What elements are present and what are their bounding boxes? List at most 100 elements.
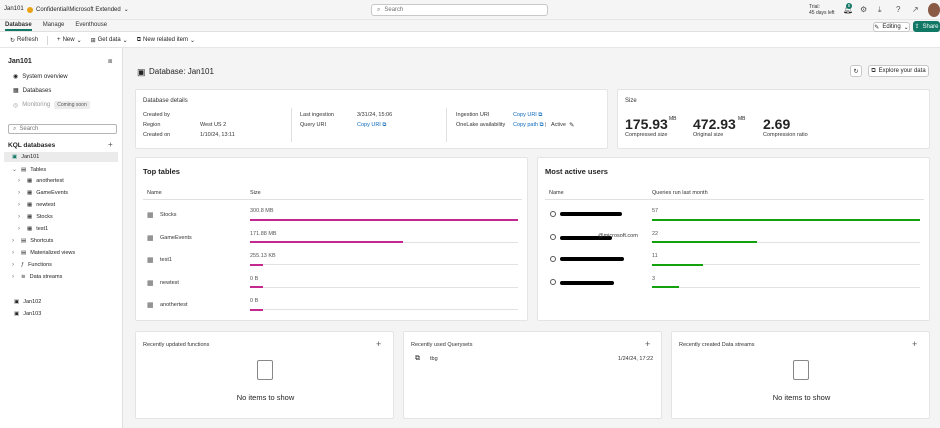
tab-manage[interactable]: Manage xyxy=(43,20,65,31)
column-header-queries: Queries run last month xyxy=(652,190,708,196)
table-row[interactable]: ▦ Stocks 300.8 MB xyxy=(136,206,529,226)
tab-eventhouse[interactable]: Eventhouse xyxy=(75,20,107,31)
size-bar-fill xyxy=(250,308,264,311)
tree-item-table[interactable]: › ▦ newtest xyxy=(18,202,55,208)
sensitivity-label[interactable]: Confidential\Microsoft Extended ⌄ xyxy=(27,6,129,13)
tree-item-table[interactable]: › ▦ GameEvents xyxy=(18,190,68,196)
search-icon: ⌕ xyxy=(377,6,381,13)
tree-item-table[interactable]: › ▦ Stocks xyxy=(18,214,53,220)
chevron-right-icon: › xyxy=(18,214,20,220)
query-bar xyxy=(652,286,920,288)
explore-data-button[interactable]: ⧉ Explore your data xyxy=(868,65,929,77)
query-uri-label: Query URI xyxy=(300,122,326,128)
size-bar xyxy=(250,286,518,288)
person-icon xyxy=(550,278,556,285)
get-data-button[interactable]: ⊞ Get data ⌄ xyxy=(91,37,128,44)
table-row[interactable]: ▦ test1 255.13 KB xyxy=(136,251,529,271)
empty-message: No items to show xyxy=(236,393,295,402)
table-row[interactable]: ▦ anothertest 0 B xyxy=(136,296,529,316)
collapse-pane-icon[interactable]: ⧈ xyxy=(108,58,112,66)
database-icon: ▦ xyxy=(13,88,19,94)
tab-database[interactable]: Database xyxy=(5,20,32,31)
chevron-right-icon: › xyxy=(12,250,14,256)
query-count: 11 xyxy=(652,253,658,259)
top-tables-card: Top tables Name Size ▦ Stocks 300.8 MB ▦… xyxy=(135,157,528,321)
search-input[interactable]: ⌕ Search xyxy=(371,4,548,16)
table-size: 0 B xyxy=(250,298,259,304)
table-icon: ▦ xyxy=(147,212,154,219)
query-bar-fill xyxy=(652,241,757,243)
chevron-right-icon: › xyxy=(18,202,20,208)
tree-item-data-streams[interactable]: › ≋ Data streams xyxy=(12,274,62,280)
recent-functions-title: Recently updated functions xyxy=(143,342,210,348)
add-function-icon[interactable]: + xyxy=(376,339,381,349)
sidebar-item-monitoring: ◎ Monitoring Coming soon xyxy=(13,101,90,109)
column-header-name: Name xyxy=(147,190,162,196)
sidebar-search-input[interactable]: ⌕ Search xyxy=(8,124,117,134)
compressed-size-value: 175.93 xyxy=(625,116,668,132)
table-row[interactable]: ▦ GameEvents 171.88 MB xyxy=(136,229,529,249)
workspace-name[interactable]: Jan101 xyxy=(4,6,24,12)
tree-item-functions[interactable]: › ƒ Functions xyxy=(12,262,52,268)
size-bar xyxy=(250,308,518,311)
user-row[interactable]: 57 xyxy=(538,206,931,226)
refresh-icon: ↻ xyxy=(10,37,16,44)
tree-item-shortcuts[interactable]: › ▤ Shortcuts xyxy=(12,238,53,244)
table-row[interactable]: ▦ newtest 0 B xyxy=(136,274,529,294)
user-row[interactable]: @microsoft.com 22 xyxy=(538,229,931,249)
last-ingestion-label: Last ingestion xyxy=(300,112,334,118)
tree-item-table[interactable]: › ▦ test1 xyxy=(18,226,48,232)
tree-item-jan101[interactable]: ▣ Jan101 xyxy=(12,154,39,160)
tree-item-table[interactable]: › ▦ anothertest xyxy=(18,178,64,184)
copy-query-uri-link[interactable]: Copy URI ⧉ xyxy=(357,122,386,129)
tree-item-tables[interactable]: ⌄ ▤ Tables xyxy=(12,166,46,174)
user-row[interactable]: 11 xyxy=(538,251,931,271)
add-stream-icon[interactable]: + xyxy=(912,339,917,349)
sensitivity-icon xyxy=(27,6,33,13)
chevron-right-icon: › xyxy=(18,190,20,196)
add-queryset-icon[interactable]: + xyxy=(645,339,650,349)
user-name-suffix: @microsoft.com xyxy=(598,232,638,239)
new-related-item-button[interactable]: ⧉ New related item ⌄ xyxy=(137,37,195,44)
table-icon: ▦ xyxy=(147,279,154,287)
compressed-size-unit: MB xyxy=(669,116,677,122)
tree-item-jan102[interactable]: ▣ Jan102 xyxy=(14,299,41,305)
query-count: 3 xyxy=(652,275,656,282)
copy-path-link[interactable]: Copy path ⧉ xyxy=(513,122,544,129)
share-link-icon[interactable]: ↗ xyxy=(912,5,919,14)
share-button[interactable]: ⇪ Share xyxy=(913,21,940,32)
plus-icon: + xyxy=(57,37,61,43)
avatar[interactable] xyxy=(928,3,940,17)
size-bar-fill xyxy=(250,218,518,221)
queryset-row[interactable]: ⧉ tbg 1/24/24, 17:22 xyxy=(404,353,663,365)
tree-item-materialized-views[interactable]: › ▤ Materialized views xyxy=(12,250,75,256)
editing-button[interactable]: ✎ Editing ⌄ xyxy=(873,22,910,32)
refresh-icon[interactable]: ↻ xyxy=(850,65,862,77)
refresh-button[interactable]: ↻ Refresh xyxy=(10,37,38,44)
chevron-down-icon: ⌄ xyxy=(903,24,909,31)
stream-icon: ≋ xyxy=(21,274,26,280)
overview-icon: ◉ xyxy=(13,74,19,80)
sidebar-item-system-overview[interactable]: ◉ System overview xyxy=(13,73,68,81)
size-title: Size xyxy=(625,98,637,104)
help-icon[interactable]: ? xyxy=(896,5,900,14)
chevron-down-icon: ⌄ xyxy=(76,37,82,44)
table-name: anothertest xyxy=(160,302,188,308)
copy-icon: ⧉ xyxy=(382,122,387,128)
add-database-icon[interactable]: + xyxy=(108,140,113,149)
original-size-value: 472.93 xyxy=(693,116,736,132)
trial-status[interactable]: Trial: 45 days left xyxy=(809,4,835,16)
new-button[interactable]: + New ⌄ xyxy=(57,37,82,44)
copy-ingestion-uri-link[interactable]: Copy URI ⧉ xyxy=(513,112,542,119)
user-row[interactable]: 3 xyxy=(538,274,931,294)
empty-document-icon xyxy=(793,360,809,380)
shortcut-folder-icon: ▤ xyxy=(21,238,27,244)
chevron-right-icon: › xyxy=(12,238,14,244)
sidebar-item-databases[interactable]: ▦ Databases xyxy=(13,87,51,95)
download-icon[interactable]: ⤓ xyxy=(878,5,882,15)
gear-icon[interactable]: ⚙ xyxy=(860,5,867,14)
tree-item-jan103[interactable]: ▣ Jan103 xyxy=(14,311,41,317)
share-icon: ⇪ xyxy=(914,24,920,30)
get-data-icon: ⊞ xyxy=(90,37,96,44)
edit-pencil-icon[interactable]: ✎ xyxy=(569,121,574,129)
